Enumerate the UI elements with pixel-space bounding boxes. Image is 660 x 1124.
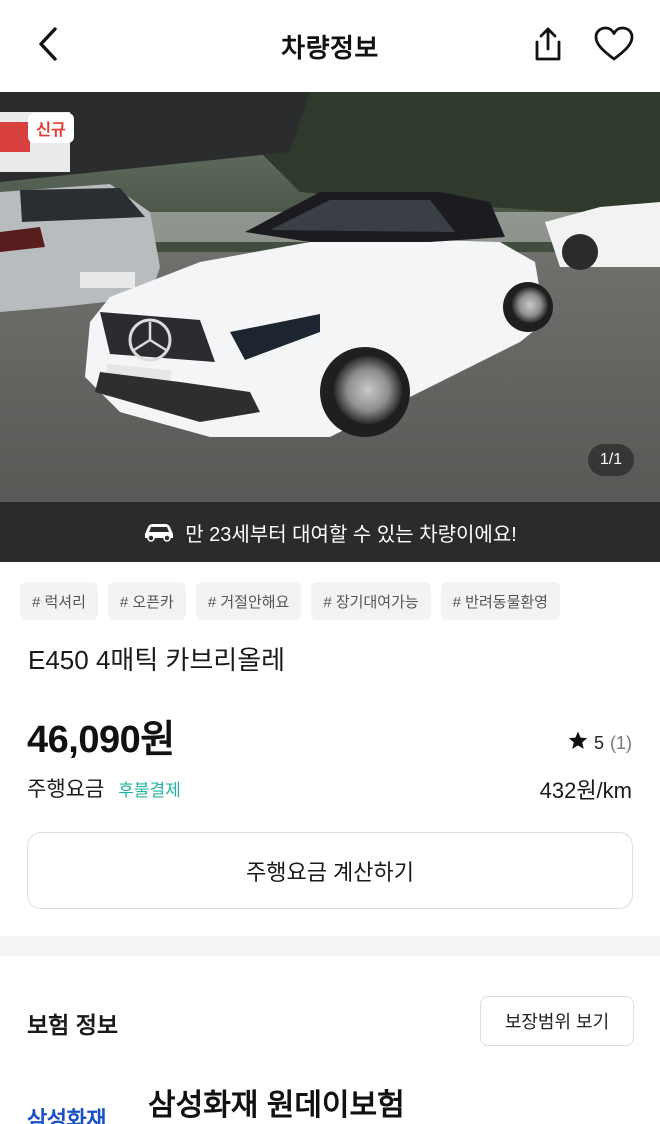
age-notice-text: 만 23세부터 대여할 수 있는 차량이에요! — [185, 523, 517, 546]
mileage-fee-label: 주행요금 — [27, 778, 105, 801]
rating-count: (1) — [610, 732, 632, 753]
tag-chip[interactable]: # 거절안해요 — [195, 582, 302, 620]
star-icon — [568, 731, 588, 755]
share-button[interactable] — [526, 24, 570, 68]
rating-value: 5 — [593, 732, 604, 753]
mileage-fee-row: 주행요금 후불결제 — [27, 773, 181, 803]
car-icon — [143, 522, 175, 542]
tag-chip[interactable]: # 럭셔리 — [20, 582, 98, 620]
tag-list: # 럭셔리 # 오픈카 # 거절안해요 # 장기대여가능 # 반려동물환영 — [20, 582, 560, 620]
heart-icon — [594, 26, 634, 67]
rating[interactable]: 5 (1) — [568, 731, 632, 755]
view-coverage-button[interactable]: 보장범위 보기 — [480, 996, 634, 1046]
insurer-logo: 삼성화재 — [27, 1107, 106, 1124]
share-icon — [531, 25, 565, 68]
age-notice-banner: 만 23세부터 대여할 수 있는 차량이에요! — [0, 502, 660, 562]
tag-chip[interactable]: # 오픈카 — [107, 582, 186, 620]
mileage-fee-rate: 432원/km — [539, 778, 632, 803]
insurance-product-name: 삼성화재 원데이보험 — [148, 1089, 405, 1122]
photo-counter: 1/1 — [588, 444, 634, 476]
top-navigation-bar: 차량정보 — [0, 0, 660, 92]
favorite-button[interactable] — [592, 24, 636, 68]
tag-chip[interactable]: # 장기대여가능 — [311, 582, 431, 620]
rental-price: 46,090원 — [27, 719, 175, 761]
tag-chip[interactable]: # 반려동물환영 — [440, 582, 560, 620]
postpaid-tag: 후불결제 — [118, 781, 181, 800]
car-model-name: E450 4매틱 카브리올레 — [28, 645, 286, 675]
insurance-section-title: 보험 정보 — [27, 1012, 119, 1038]
car-photo[interactable] — [0, 92, 660, 502]
new-badge: 신규 — [28, 113, 74, 143]
car-photo-illustration — [0, 92, 660, 502]
calculate-mileage-fee-button[interactable]: 주행요금 계산하기 — [27, 832, 633, 909]
section-divider — [0, 936, 660, 956]
